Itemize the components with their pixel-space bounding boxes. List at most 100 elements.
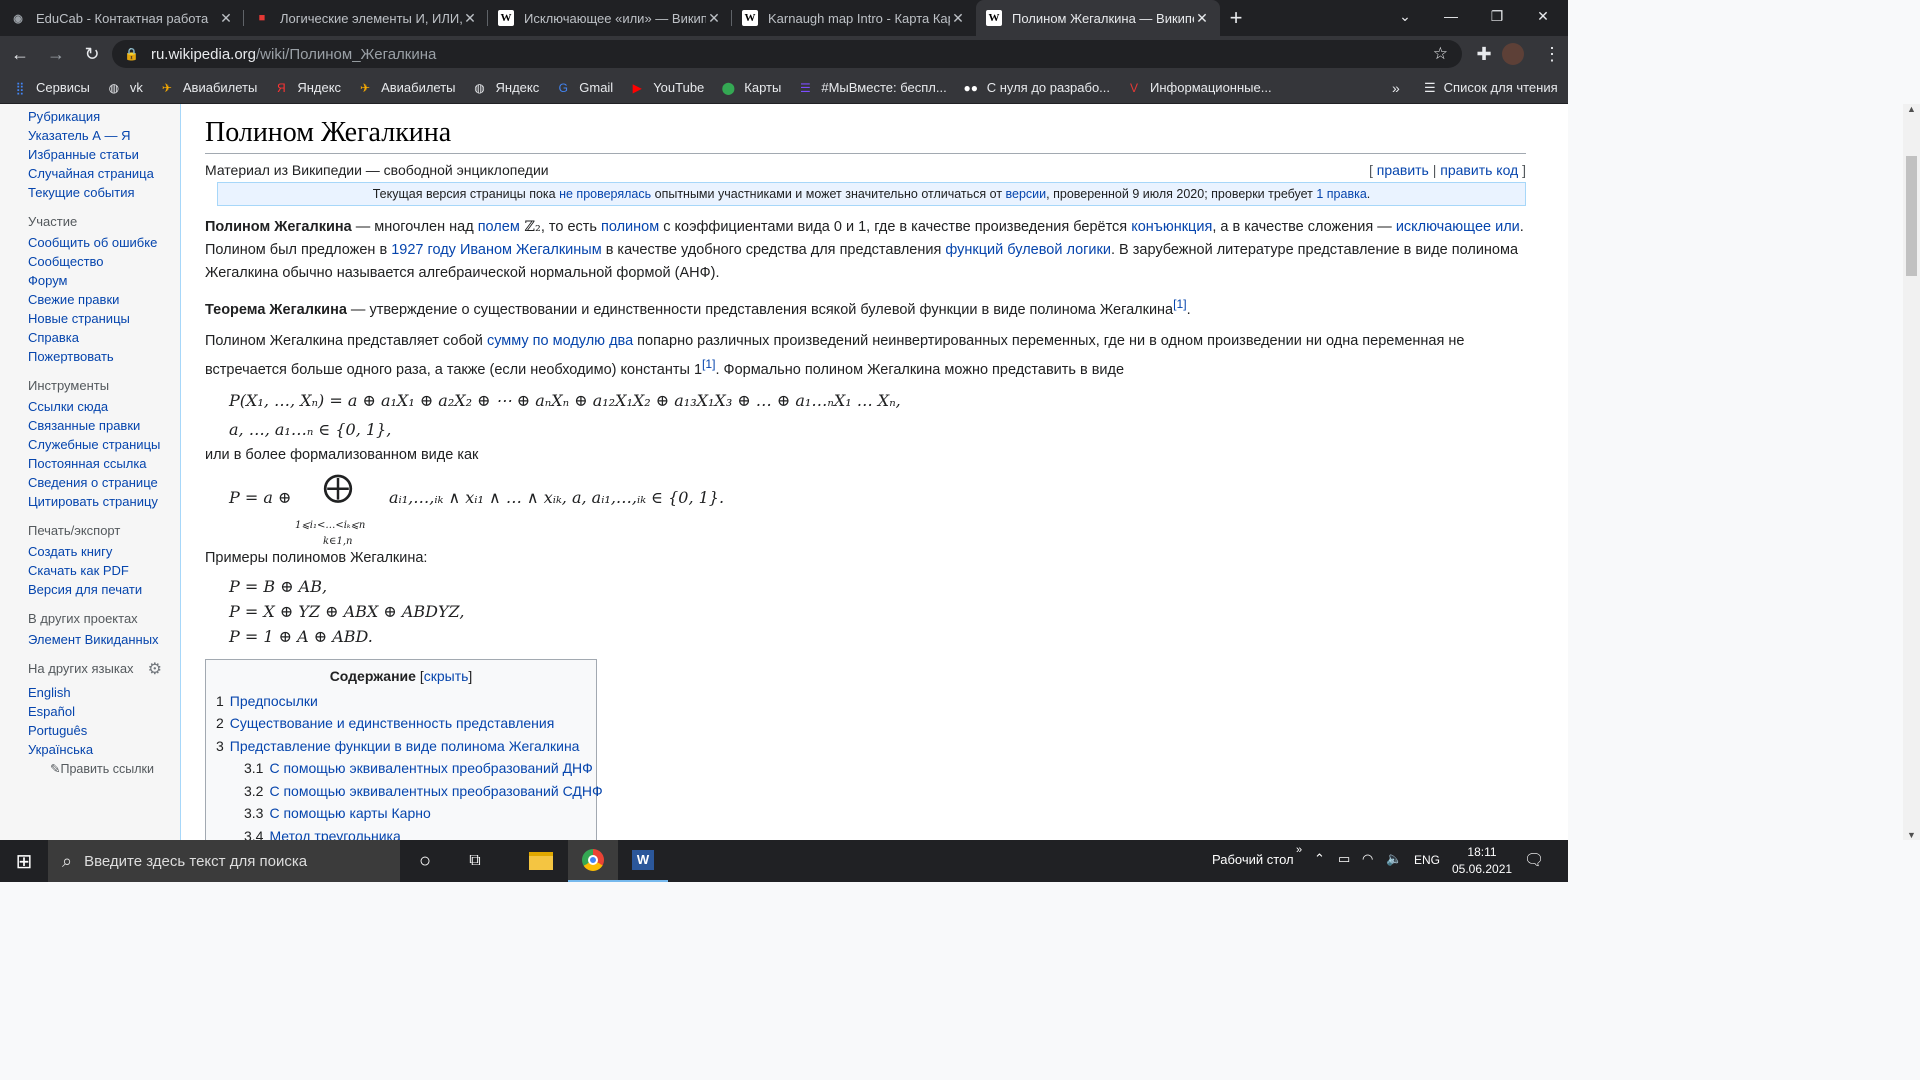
reference-link[interactable]: [1] (702, 357, 715, 371)
sidebar-nav-link[interactable]: Служебные страницы (28, 437, 180, 452)
sidebar-nav-link[interactable]: Свежие правки (28, 292, 180, 307)
browser-tab[interactable]: W Полином Жегалкина — Википе, ✕ (976, 0, 1220, 36)
bookmark-item[interactable]: G Gmail (555, 80, 614, 96)
more-bookmarks-icon[interactable]: » (1392, 80, 1400, 96)
edit-links[interactable]: ✎Править ссылки (50, 761, 180, 776)
minimize-button[interactable]: — (1428, 0, 1474, 32)
file-explorer-icon[interactable] (516, 840, 566, 882)
sidebar-nav-link[interactable]: Ссылки сюда (28, 399, 180, 414)
bookmark-item[interactable]: ⣿ Сервисы (12, 80, 90, 96)
word-taskbar-icon[interactable]: W (618, 840, 668, 882)
new-tab-icon[interactable]: + (1220, 0, 1252, 36)
toc-item[interactable]: 3.4 Метод треугольника (216, 825, 586, 840)
link-zhegalkin[interactable]: Иваном Жегалкиным (460, 242, 602, 258)
toc-link[interactable]: Представление функции в виде полинома Же… (230, 738, 580, 754)
notice-link-edits[interactable]: 1 правка (1316, 187, 1366, 201)
language-link[interactable]: Español (28, 704, 180, 719)
bookmark-item[interactable]: ◍ vk (106, 80, 143, 96)
toc-item[interactable]: 3 Представление функции в виде полинома Ж… (216, 735, 586, 758)
taskbar-search-input[interactable]: ⌕ Введите здесь текст для поиска (48, 840, 400, 882)
sidebar-nav-link[interactable]: Справка (28, 330, 180, 345)
link-mod2-sum[interactable]: сумму по модулю два (487, 333, 633, 349)
browser-tab[interactable]: ■ Логические элементы И, ИЛИ, I ✕ (244, 0, 488, 36)
toc-link[interactable]: С помощью эквивалентных преобразований С… (269, 783, 602, 799)
sidebar-nav-link[interactable]: Текущие события (28, 185, 180, 200)
forward-icon[interactable]: → (40, 38, 72, 70)
sidebar-nav-link[interactable]: Постоянная ссылка (28, 456, 180, 471)
sidebar-nav-link[interactable]: Рубрикация (28, 109, 180, 124)
sidebar-nav-link[interactable]: Скачать как PDF (28, 563, 180, 578)
close-tab-icon[interactable]: ✕ (462, 10, 478, 27)
toc-hide-link[interactable]: скрыть (424, 668, 469, 684)
sidebar-nav-link[interactable]: Создать книгу (28, 544, 180, 559)
bookmark-item[interactable]: Я Яндекс (273, 80, 341, 96)
bookmark-item[interactable]: ☰ #МыВместе: беспл... (797, 80, 947, 96)
browser-tab[interactable]: W Исключающее «или» — Википе ✕ (488, 0, 732, 36)
toc-item[interactable]: 3.3 С помощью карты Карно (216, 802, 586, 825)
bookmark-item[interactable]: ▶ YouTube (629, 80, 705, 96)
scroll-down-icon[interactable]: ▼ (1903, 830, 1920, 840)
bookmark-item[interactable]: ●● С нуля до разрабо... (963, 80, 1110, 96)
task-view-icon[interactable]: ⧉ (450, 840, 500, 882)
toc-link[interactable]: Метод треугольника (269, 828, 400, 840)
sidebar-nav-link[interactable]: Сообщить об ошибке (28, 235, 180, 250)
edit-link[interactable]: править (1377, 162, 1429, 178)
toc-item[interactable]: 3.2 С помощью эквивалентных преобразовани… (216, 780, 603, 803)
wifi-icon[interactable]: ◠ (1362, 851, 1373, 867)
chevron-icon[interactable]: » (1296, 844, 1302, 856)
desktop-toolbar-label[interactable]: Рабочий стол (1212, 852, 1294, 867)
address-bar[interactable]: 🔒 ru.wikipedia.org/wiki/Полином_Жегалкин… (112, 40, 1462, 68)
language-link[interactable]: English (28, 685, 180, 700)
back-icon[interactable]: ← (4, 38, 36, 70)
sidebar-nav-link[interactable]: Указатель А — Я (28, 128, 180, 143)
sidebar-nav-link[interactable]: Сведения о странице (28, 475, 180, 490)
bookmark-item[interactable]: ⬤ Карты (720, 80, 782, 96)
windows-start-icon[interactable]: ⊞ (0, 840, 48, 882)
sidebar-nav-link[interactable]: Версия для печати (28, 582, 180, 597)
sidebar-nav-link[interactable]: Сообщество (28, 254, 180, 269)
cortana-icon[interactable]: ○ (400, 840, 450, 882)
profile-dropdown-icon[interactable]: ⌄ (1382, 0, 1428, 32)
toc-link[interactable]: С помощью карты Карно (269, 805, 430, 821)
close-tab-icon[interactable]: ✕ (1194, 10, 1210, 27)
scroll-up-icon[interactable]: ▲ (1903, 104, 1920, 114)
toc-item[interactable]: 3.1 С помощью эквивалентных преобразовани… (216, 757, 593, 780)
chrome-taskbar-icon[interactable] (568, 840, 618, 882)
page-scrollbar[interactable]: ▲ ▼ (1903, 104, 1920, 840)
notifications-icon[interactable]: 🗨 (1524, 850, 1544, 870)
link-conjunction[interactable]: конъюнкция (1131, 219, 1212, 235)
battery-icon[interactable]: ▭ (1338, 851, 1350, 867)
language-indicator[interactable]: ENG (1414, 853, 1440, 867)
reading-list-button[interactable]: ☰ Список для чтения (1424, 80, 1558, 96)
reference-link[interactable]: [1] (1173, 297, 1186, 311)
bookmark-item[interactable]: V Информационные... (1126, 80, 1272, 96)
bookmark-item[interactable]: ✈ Авиабилеты (357, 80, 456, 96)
bookmark-star-icon[interactable]: ☆ (1433, 44, 1448, 64)
sidebar-nav-link[interactable]: Форум (28, 273, 180, 288)
close-tab-icon[interactable]: ✕ (706, 10, 722, 27)
close-window-button[interactable]: ✕ (1520, 0, 1566, 32)
sidebar-nav-link[interactable]: Случайная страница (28, 166, 180, 181)
sidebar-nav-link[interactable]: Пожертвовать (28, 349, 180, 364)
close-tab-icon[interactable]: ✕ (218, 10, 234, 27)
gear-icon[interactable]: ⚙ (148, 659, 162, 679)
toc-link[interactable]: Предпосылки (230, 693, 318, 709)
clock[interactable]: 18:11 05.06.2021 (1452, 844, 1512, 878)
link-polynomial[interactable]: полином (601, 219, 659, 235)
scrollbar-thumb[interactable] (1906, 156, 1917, 276)
bookmark-item[interactable]: ✈ Авиабилеты (159, 80, 258, 96)
toc-item[interactable]: 2 Существование и единственность представ… (216, 712, 586, 735)
edit-code-link[interactable]: править код (1440, 162, 1518, 178)
sidebar-nav-link[interactable]: Избранные статьи (28, 147, 180, 162)
maximize-button[interactable]: ❐ (1474, 0, 1520, 32)
toc-link[interactable]: С помощью эквивалентных преобразований Д… (269, 760, 592, 776)
reload-icon[interactable]: ↻ (76, 38, 108, 70)
bookmark-item[interactable]: ◍ Яндекс (472, 80, 539, 96)
link-boolean-functions[interactable]: функций булевой логики (945, 242, 1111, 258)
close-tab-icon[interactable]: ✕ (950, 10, 966, 27)
sidebar-nav-link[interactable]: Новые страницы (28, 311, 180, 326)
extensions-icon[interactable]: ✚ (1468, 38, 1500, 70)
menu-kebab-icon[interactable]: ⋮ (1536, 38, 1568, 70)
volume-icon[interactable]: 🔈 (1386, 851, 1402, 867)
link-xor[interactable]: исключающее или (1396, 219, 1520, 235)
